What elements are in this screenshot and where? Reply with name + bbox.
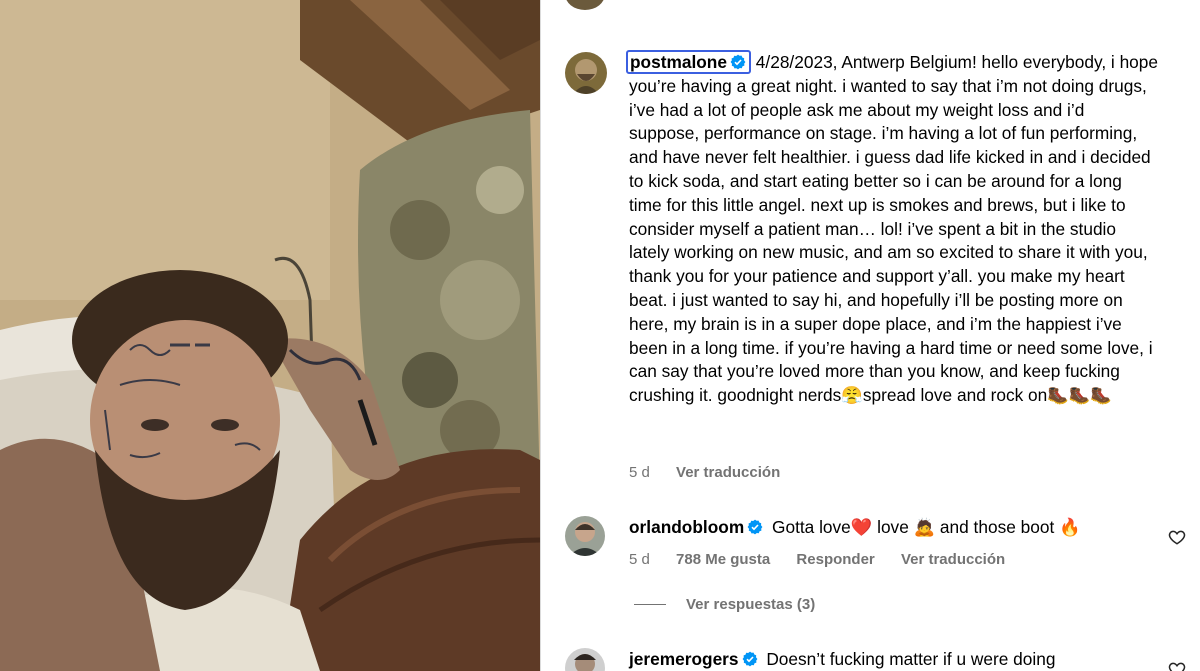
caption-meta: 5 d Ver traducción [629,464,802,481]
avatar-previous[interactable] [565,0,605,10]
reply-button[interactable]: Responder [796,551,874,568]
caption-username-link[interactable]: postmalone [626,50,751,74]
verified-badge-icon [742,651,757,667]
post-photo [0,0,540,671]
comment-orlandobloom: orlandobloom Gotta love❤️ love 🙇 and tho… [629,517,1081,538]
comments-panel[interactable]: postmalone 4/28/2023, Antwerp Belgium! h… [541,0,1200,671]
comment-username[interactable]: orlandobloom [629,517,744,537]
comment-translate-link[interactable]: Ver traducción [901,551,1005,568]
comment-jeremerogers: jeremerogers Doesn’t fucking matter if u… [629,649,1055,670]
avatar-jeremerogers[interactable] [565,648,605,671]
post-photo-illustration [0,0,540,671]
heart-outline-icon[interactable] [1168,660,1186,671]
caption-time: 5 d [629,464,650,481]
comment-username[interactable]: jeremerogers [629,649,739,669]
verified-badge-icon [730,54,746,70]
comment-text: Doesn’t fucking matter if u were doing [766,649,1056,669]
caption-text: 4/28/2023, Antwerp Belgium! hello everyb… [629,52,1159,406]
view-replies-button[interactable]: Ver respuestas (3) [634,596,815,613]
caption: postmalone 4/28/2023, Antwerp Belgium! h… [626,50,1159,408]
verified-badge-icon [747,519,763,535]
replies-line [634,604,666,605]
avatar-postmalone[interactable] [565,52,607,94]
heart-outline-icon[interactable] [1168,528,1186,546]
caption-username[interactable]: postmalone [630,52,727,72]
comment-time: 5 d [629,551,650,568]
comment-likes[interactable]: 788 Me gusta [676,551,770,568]
caption-translate-link[interactable]: Ver traducción [676,464,780,481]
comment-text: Gotta love❤️ love 🙇 and those boot 🔥 [772,517,1081,537]
avatar-orlandobloom[interactable] [565,516,605,556]
view-replies-label: Ver respuestas (3) [686,596,816,613]
comment-meta: 5 d 788 Me gusta Responder Ver traducció… [629,551,1027,568]
